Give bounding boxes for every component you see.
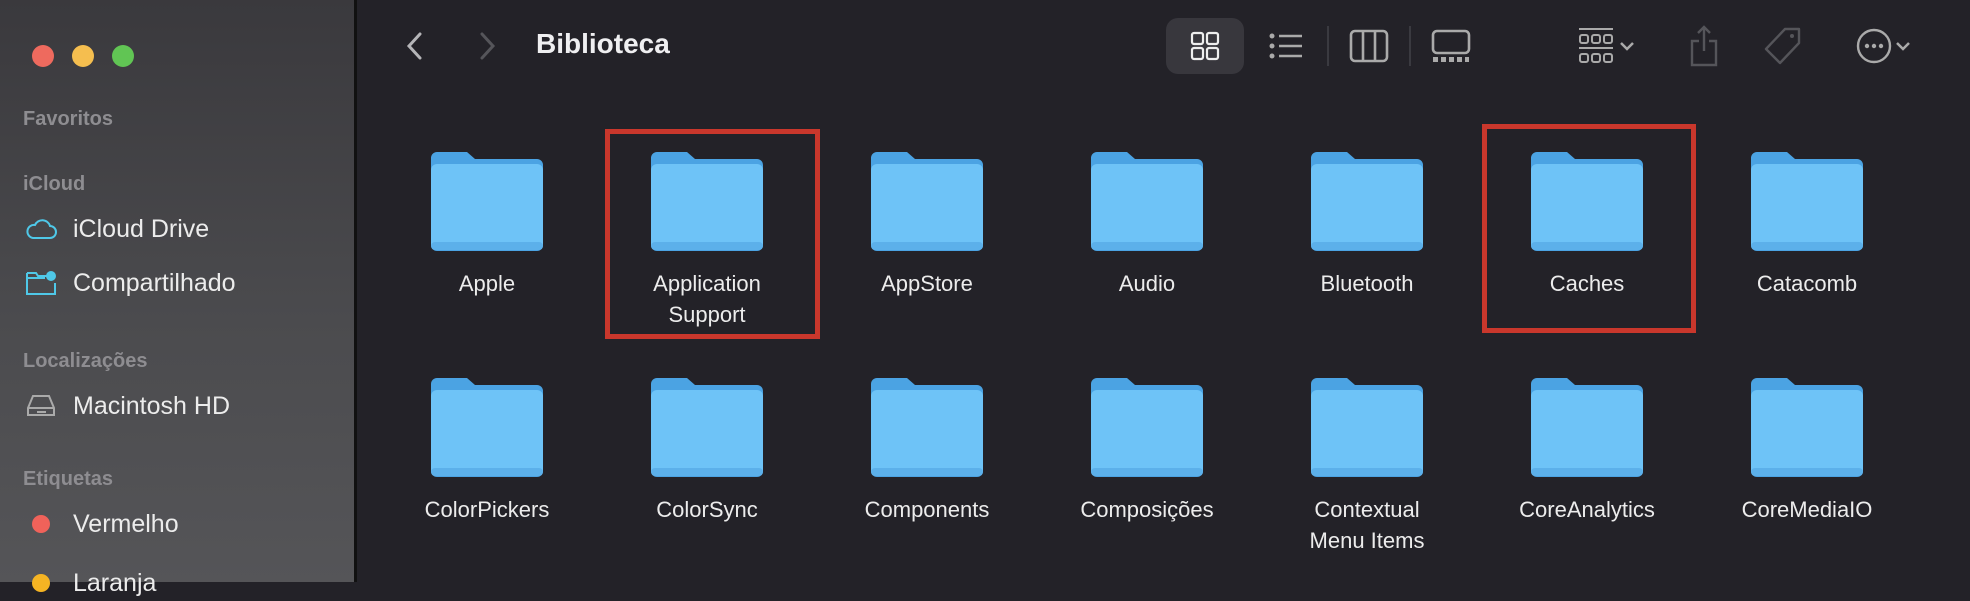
column-view-button[interactable] — [1348, 18, 1390, 74]
folder-label: Bluetooth — [1320, 271, 1414, 296]
share-icon — [1690, 25, 1718, 67]
folder-item[interactable]: Bluetooth — [1267, 138, 1467, 299]
folder-item[interactable]: Catacomb — [1707, 138, 1907, 299]
sidebar-item-label: Macintosh HD — [73, 391, 230, 420]
tag-icon — [1764, 27, 1801, 65]
highlight-box-caches — [1482, 124, 1696, 333]
folder-icon — [427, 138, 547, 258]
folder-label: ColorSync — [656, 497, 758, 522]
chevron-down-icon — [1896, 42, 1910, 51]
folder-icon — [427, 364, 547, 484]
sidebar-item-compartilhado[interactable]: Compartilhado — [23, 265, 236, 301]
red-tag-icon — [32, 515, 50, 533]
sidebar-item-label: Laranja — [73, 568, 157, 597]
icon-view-button[interactable] — [1166, 18, 1244, 74]
back-button[interactable] — [400, 26, 430, 66]
folder-label: AppStore — [881, 271, 973, 296]
section-header-icloud: iCloud — [23, 173, 86, 195]
toolbar-divider — [1409, 26, 1411, 66]
forward-icon — [480, 32, 496, 60]
folder-icon — [1747, 138, 1867, 258]
folder-icon — [1087, 364, 1207, 484]
folder-icon — [1747, 364, 1867, 484]
column-view-icon — [1349, 29, 1389, 63]
section-header-favoritos: Favoritos — [23, 108, 114, 130]
section-header-etiquetas: Etiquetas — [23, 468, 114, 490]
folder-item[interactable]: ColorPickers — [387, 364, 587, 525]
gallery-view-button[interactable] — [1430, 18, 1472, 74]
icon-view-icon — [1190, 31, 1220, 61]
highlight-box-application-support — [605, 129, 820, 339]
folder-item[interactable]: CoreAnalytics — [1487, 364, 1687, 525]
gallery-view-icon — [1431, 29, 1471, 62]
folder-label: CoreAnalytics — [1519, 497, 1655, 522]
more-icon — [1856, 28, 1892, 64]
folder-icon — [1307, 364, 1427, 484]
folder-label: Apple — [458, 271, 516, 296]
hard-drive-icon — [23, 391, 59, 421]
folder-label: Components — [864, 497, 990, 522]
folder-icon — [1307, 138, 1427, 258]
list-view-icon — [1269, 33, 1302, 59]
shared-folder-icon — [23, 268, 59, 298]
folder-icon — [867, 364, 987, 484]
folder-icon — [867, 138, 987, 258]
share-button[interactable] — [1684, 18, 1724, 74]
sidebar-item-label: iCloud Drive — [73, 214, 210, 243]
close-button[interactable] — [32, 45, 54, 67]
folder-label: Audio — [1118, 271, 1176, 296]
sidebar-item-label: Compartilhado — [73, 268, 236, 297]
sidebar-item-icloud-drive[interactable]: iCloud Drive — [23, 211, 209, 247]
tag-button[interactable] — [1762, 18, 1804, 74]
folder-icon — [1087, 138, 1207, 258]
sidebar-item-macintosh-hd[interactable]: Macintosh HD — [23, 388, 230, 424]
folder-item[interactable]: ColorSync — [607, 364, 807, 525]
window-title: Biblioteca — [536, 28, 670, 59]
sidebar-item-label: Vermelho — [73, 509, 179, 538]
folder-item[interactable]: CoreMediaIO — [1707, 364, 1907, 525]
folder-item[interactable]: Contextual Menu Items — [1267, 364, 1467, 556]
sidebar: Favoritos iCloud iCloud Drive Compartilh… — [0, 0, 357, 597]
group-icon — [1579, 28, 1613, 63]
chevron-down-icon — [1620, 42, 1634, 51]
folder-icon — [647, 364, 767, 484]
zoom-button[interactable] — [112, 45, 134, 67]
group-button[interactable] — [1572, 18, 1642, 74]
cloud-icon — [23, 214, 59, 244]
more-button[interactable] — [1844, 18, 1924, 74]
folder-label: ColorPickers — [424, 497, 550, 522]
folder-label: Composições — [1080, 497, 1214, 522]
folder-item[interactable]: AppStore — [827, 138, 1027, 299]
folder-label: CoreMediaIO — [1741, 497, 1873, 522]
toolbar-divider — [1327, 26, 1329, 66]
folder-item[interactable]: Composições — [1047, 364, 1247, 525]
folder-label: Contextual Menu Items — [1309, 497, 1425, 553]
sidebar-item-laranja[interactable]: Laranja — [23, 565, 156, 601]
list-view-button[interactable] — [1266, 18, 1306, 74]
folder-item[interactable]: Components — [827, 364, 1027, 525]
sidebar-item-vermelho[interactable]: Vermelho — [23, 506, 179, 542]
main-content: Biblioteca Apple Application Support AppSt… — [360, 0, 1970, 582]
section-header-localizacoes: Localizações — [23, 350, 148, 372]
folder-item[interactable]: Audio — [1047, 138, 1247, 299]
orange-tag-icon — [32, 574, 50, 592]
back-icon — [406, 32, 422, 60]
minimize-button[interactable] — [72, 45, 94, 67]
forward-button[interactable] — [472, 26, 502, 66]
folder-item[interactable]: Apple — [387, 138, 587, 299]
folder-icon — [1527, 364, 1647, 484]
folder-label: Catacomb — [1756, 271, 1858, 296]
